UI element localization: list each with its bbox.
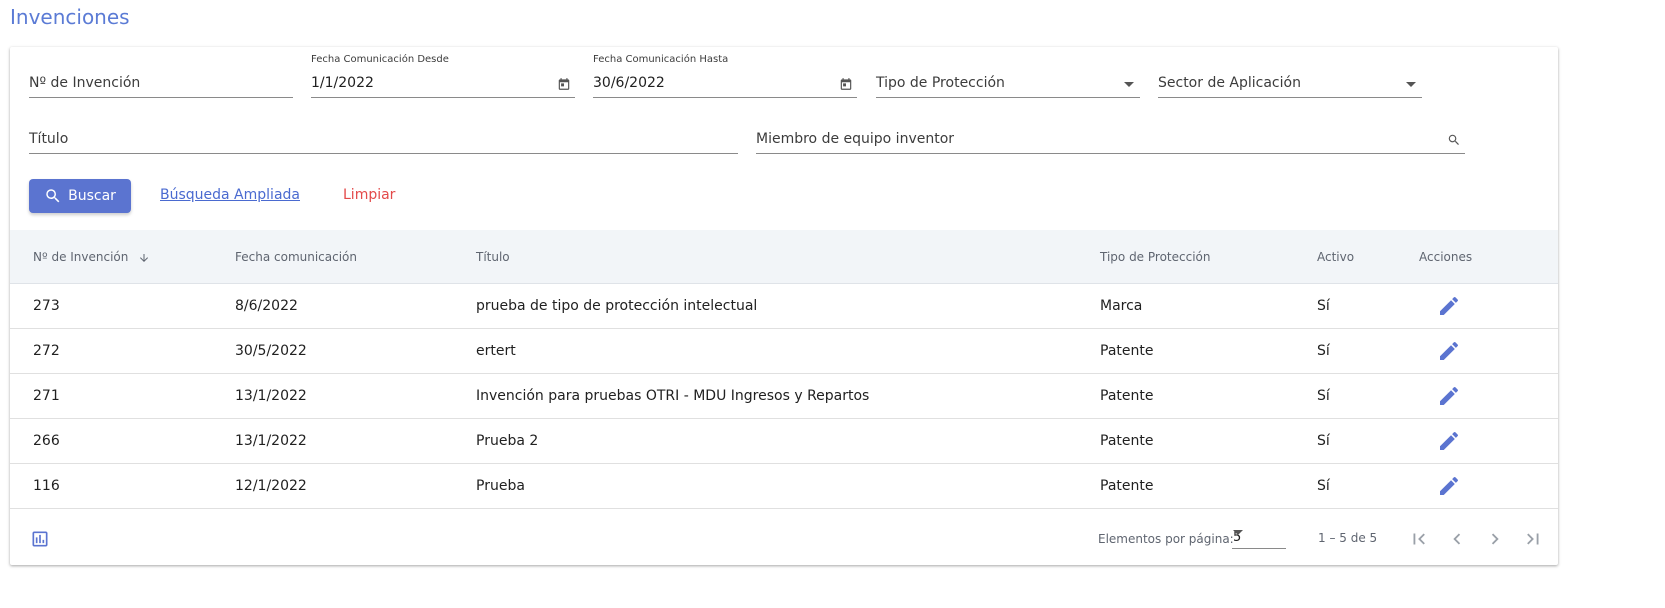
cell-protection-type: Marca <box>1100 298 1143 314</box>
date-from-field[interactable]: Fecha Comunicación Desde 1/1/2022 <box>311 54 575 98</box>
date-to-label: Fecha Comunicación Hasta <box>593 54 729 65</box>
invention-number-placeholder: Nº de Invención <box>29 75 141 91</box>
page-range-label: 1 – 5 de 5 <box>1318 531 1378 545</box>
cell-invention-number: 272 <box>33 343 60 359</box>
edit-icon[interactable] <box>1437 384 1461 408</box>
column-header-date[interactable]: Fecha comunicación <box>235 250 357 264</box>
cell-title: prueba de tipo de protección intelectual <box>476 298 758 314</box>
edit-icon[interactable] <box>1437 339 1461 363</box>
page-title: Invenciones <box>10 5 130 29</box>
table-row: 272 30/5/2022 ertert Patente Sí <box>10 329 1558 374</box>
cell-date: 13/1/2022 <box>235 388 307 404</box>
cell-date: 13/1/2022 <box>235 433 307 449</box>
search-icon[interactable] <box>1447 133 1461 147</box>
chevron-down-icon <box>1406 82 1416 87</box>
cell-title: Prueba 2 <box>476 433 539 449</box>
search-button[interactable]: Buscar <box>29 179 131 213</box>
arrow-down-icon <box>140 253 149 262</box>
sector-select[interactable]: Sector de Aplicación <box>1158 68 1422 98</box>
chevron-down-icon <box>1233 530 1243 535</box>
cell-protection-type: Patente <box>1100 433 1154 449</box>
last-page-icon[interactable] <box>1522 528 1544 550</box>
cell-date: 12/1/2022 <box>235 478 307 494</box>
date-to-value: 30/6/2022 <box>593 75 665 91</box>
cell-active: Sí <box>1317 298 1330 314</box>
invention-number-field[interactable]: Nº de Invención <box>29 68 293 98</box>
calendar-icon[interactable] <box>557 77 571 91</box>
items-per-page-label: Elementos por página: <box>1098 532 1234 546</box>
cell-title: Prueba <box>476 478 525 494</box>
cell-invention-number: 116 <box>33 478 60 494</box>
search-button-label: Buscar <box>68 188 116 204</box>
items-per-page-select[interactable]: 5 <box>1232 527 1286 549</box>
column-header-title[interactable]: Título <box>476 250 510 264</box>
cell-protection-type: Patente <box>1100 478 1154 494</box>
protection-type-select[interactable]: Tipo de Protección <box>876 68 1140 98</box>
cell-date: 8/6/2022 <box>235 298 298 314</box>
table-header: Nº de Invención Fecha comunicación Títul… <box>10 230 1558 284</box>
title-field[interactable]: Título <box>29 124 738 154</box>
cell-title: Invención para pruebas OTRI - MDU Ingres… <box>476 388 870 404</box>
calendar-icon[interactable] <box>839 77 853 91</box>
cell-active: Sí <box>1317 433 1330 449</box>
date-from-label: Fecha Comunicación Desde <box>311 54 449 65</box>
team-member-placeholder: Miembro de equipo inventor <box>756 131 955 147</box>
table-row: 266 13/1/2022 Prueba 2 Patente Sí <box>10 419 1558 464</box>
table-row: 271 13/1/2022 Invención para pruebas OTR… <box>10 374 1558 419</box>
column-header-active[interactable]: Activo <box>1317 250 1354 264</box>
cell-active: Sí <box>1317 388 1330 404</box>
column-header-protection-type[interactable]: Tipo de Protección <box>1100 250 1210 264</box>
search-icon <box>46 189 60 203</box>
column-header-invention-number[interactable]: Nº de Invención <box>33 250 150 264</box>
cell-invention-number: 266 <box>33 433 60 449</box>
edit-icon[interactable] <box>1437 474 1461 498</box>
chevron-right-icon[interactable] <box>1484 528 1506 550</box>
column-header-label: Nº de Invención <box>33 250 129 264</box>
date-to-field[interactable]: Fecha Comunicación Hasta 30/6/2022 <box>593 54 857 98</box>
column-header-actions: Acciones <box>1419 250 1473 264</box>
first-page-icon[interactable] <box>1408 528 1430 550</box>
cell-invention-number: 271 <box>33 388 60 404</box>
team-member-field[interactable]: Miembro de equipo inventor <box>756 124 1465 154</box>
title-placeholder: Título <box>29 131 69 147</box>
cell-invention-number: 273 <box>33 298 60 314</box>
edit-icon[interactable] <box>1437 429 1461 453</box>
table-row: 116 12/1/2022 Prueba Patente Sí <box>10 464 1558 509</box>
sector-placeholder: Sector de Aplicación <box>1158 75 1301 91</box>
clear-button[interactable]: Limpiar <box>343 187 395 203</box>
cell-date: 30/5/2022 <box>235 343 307 359</box>
edit-icon[interactable] <box>1437 294 1461 318</box>
table-row: 273 8/6/2022 prueba de tipo de protecció… <box>10 284 1558 329</box>
chevron-down-icon <box>1124 82 1134 87</box>
cell-protection-type: Patente <box>1100 388 1154 404</box>
cell-title: ertert <box>476 343 516 359</box>
chevron-left-icon[interactable] <box>1446 528 1468 550</box>
bar-chart-icon[interactable] <box>30 529 50 549</box>
cell-active: Sí <box>1317 478 1330 494</box>
protection-type-placeholder: Tipo de Protección <box>876 75 1005 91</box>
date-from-value: 1/1/2022 <box>311 75 374 91</box>
cell-active: Sí <box>1317 343 1330 359</box>
cell-protection-type: Patente <box>1100 343 1154 359</box>
advanced-search-link[interactable]: Búsqueda Ampliada <box>160 187 300 203</box>
search-card: Nº de Invención Fecha Comunicación Desde… <box>10 47 1558 565</box>
